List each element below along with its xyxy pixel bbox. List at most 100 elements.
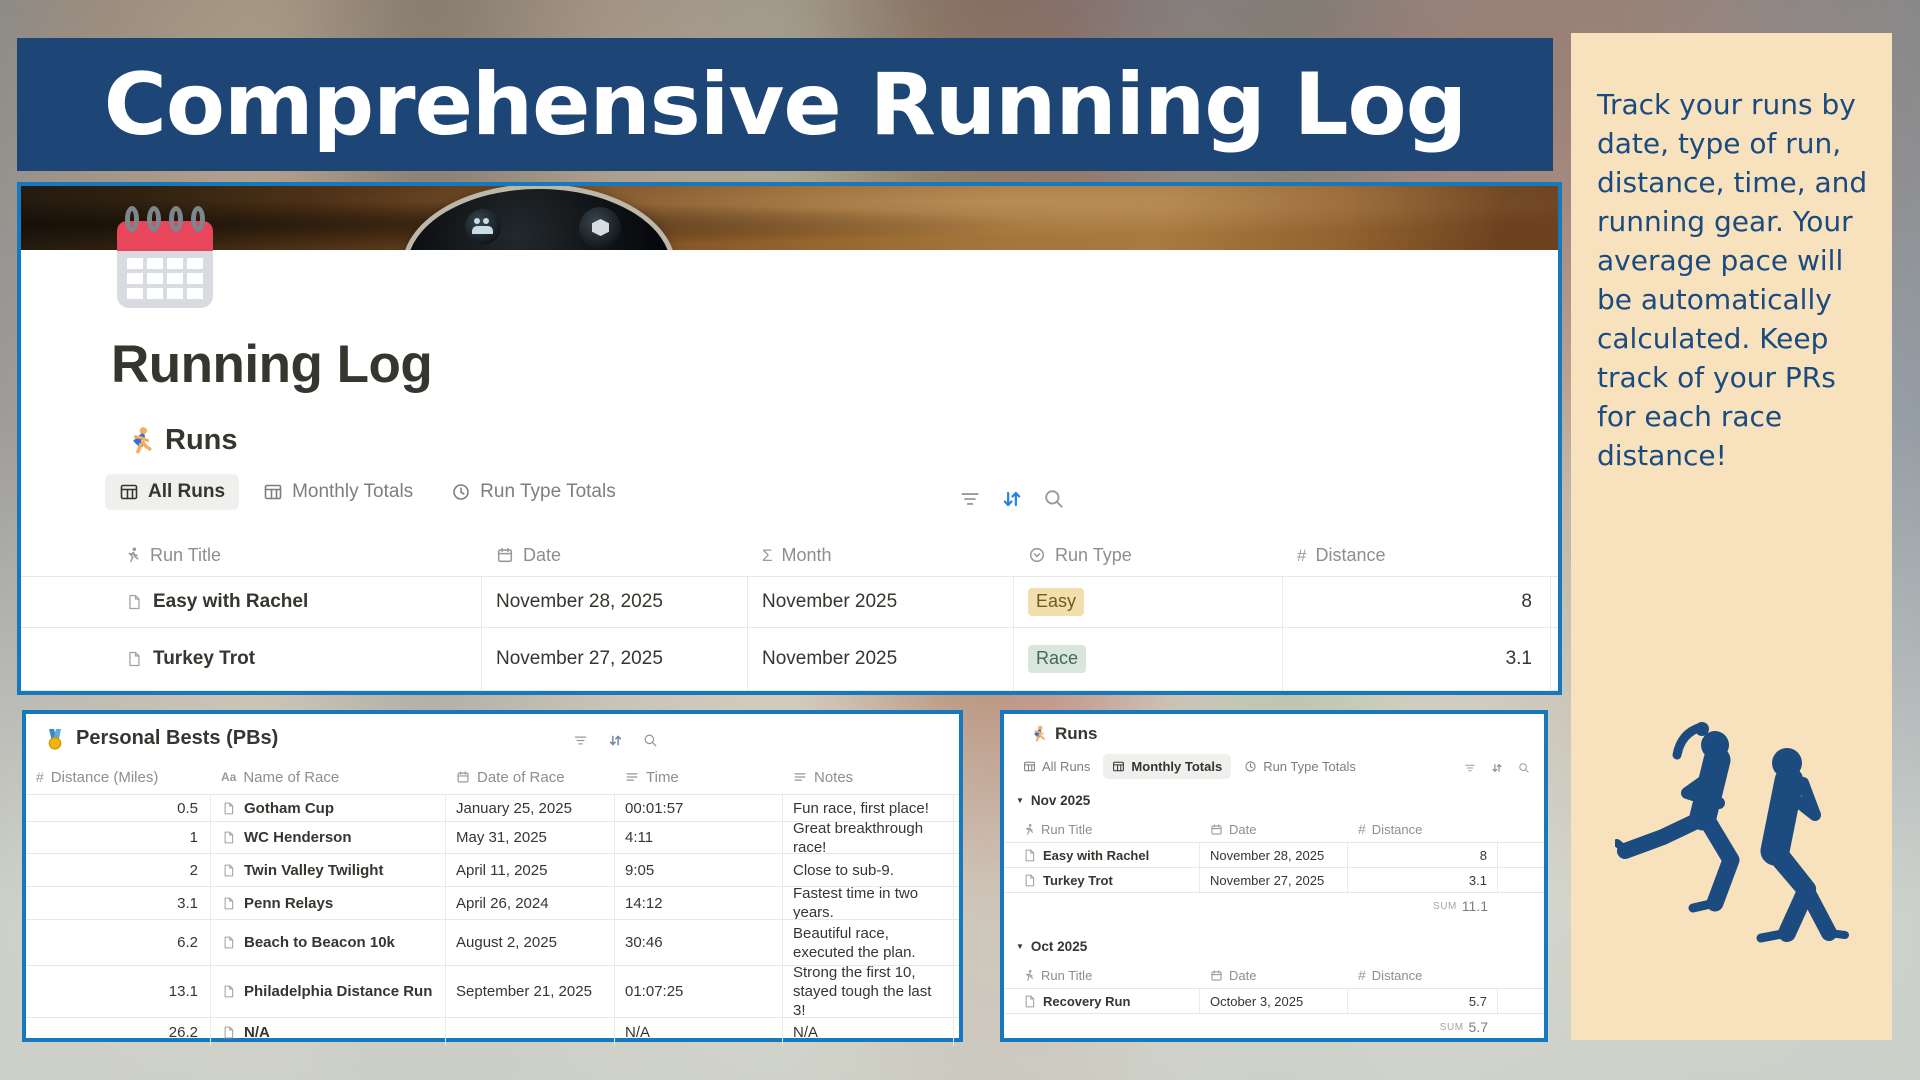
pb-distance: 0.5 bbox=[26, 795, 211, 821]
pb-table-row[interactable]: 2 Twin Valley Twilight April 11, 2025 9:05 C… bbox=[26, 854, 959, 887]
pb-distance: 3.1 bbox=[26, 887, 211, 919]
column-date-of-race[interactable]: Date of Race bbox=[446, 760, 615, 794]
sort-icon[interactable] bbox=[1489, 760, 1505, 776]
triangle-down-icon: ▼ bbox=[1016, 941, 1024, 951]
section-title: Runs bbox=[165, 424, 238, 456]
number-property-icon: # bbox=[1297, 545, 1307, 565]
pb-table-row[interactable]: 0.5 Gotham Cup January 25, 2025 00:01:57 Fun… bbox=[26, 795, 959, 822]
pb-header-row: # Distance (Miles) Aa Name of Race Date of… bbox=[26, 760, 959, 795]
pb-date: April 11, 2025 bbox=[446, 854, 615, 886]
pb-table-row[interactable]: 1 WC Henderson May 31, 2025 4:11 Great break… bbox=[26, 822, 959, 854]
column-run-title[interactable]: Run Title bbox=[1004, 962, 1200, 988]
sidebar-description: Track your runs by date, type of run, di… bbox=[1597, 88, 1868, 472]
pb-notes: Fun race, first place! bbox=[783, 795, 954, 821]
pb-title: Personal Bests (PBs) bbox=[76, 727, 279, 749]
pb-header: Personal Bests (PBs) bbox=[44, 727, 278, 750]
run-title: Turkey Trot bbox=[1004, 868, 1200, 892]
column-distance-miles[interactable]: # Distance (Miles) bbox=[26, 760, 211, 794]
run-distance: 3.1 bbox=[1283, 628, 1551, 690]
pb-table-row[interactable]: 26.2 N/A N/A N/A bbox=[26, 1018, 959, 1046]
monthly-table-row[interactable]: Recovery Run October 3, 2025 5.7 bbox=[1004, 989, 1544, 1014]
column-date[interactable]: Date bbox=[482, 534, 748, 576]
pb-date bbox=[446, 1018, 615, 1046]
sort-icon[interactable] bbox=[999, 486, 1025, 512]
run-date: November 28, 2025 bbox=[482, 577, 748, 627]
sum-row: SUM 11.1 bbox=[1004, 893, 1544, 919]
pb-table-row[interactable]: 13.1 Philadelphia Distance Run September 2… bbox=[26, 966, 959, 1018]
column-date[interactable]: Date bbox=[1200, 962, 1348, 988]
page-icon bbox=[224, 1026, 234, 1038]
column-distance[interactable]: # Distance bbox=[1348, 962, 1498, 988]
banner-title: Comprehensive Running Log bbox=[103, 54, 1467, 155]
column-distance[interactable]: # Distance bbox=[1283, 534, 1551, 576]
calendar-property-icon bbox=[1211, 823, 1222, 835]
filter-icon[interactable] bbox=[957, 486, 983, 512]
run-month: November 2025 bbox=[748, 577, 1014, 627]
monthly-table-row[interactable]: Easy with Rachel November 28, 2025 8 bbox=[1004, 843, 1544, 868]
pb-table-row[interactable]: 3.1 Penn Relays April 26, 2024 14:12 Fastest… bbox=[26, 887, 959, 920]
column-name-of-race[interactable]: Aa Name of Race bbox=[211, 760, 446, 794]
search-icon[interactable] bbox=[1516, 760, 1532, 776]
tab-all-runs[interactable]: All Runs bbox=[1014, 754, 1099, 779]
page-icon bbox=[224, 936, 234, 949]
tab-monthly-totals[interactable]: Monthly Totals bbox=[249, 474, 427, 510]
column-notes[interactable]: Notes bbox=[783, 760, 954, 794]
pb-race-name: N/A bbox=[211, 1018, 446, 1046]
medal-emoji-icon bbox=[48, 728, 62, 750]
column-run-title[interactable]: Run Title bbox=[21, 534, 482, 576]
pb-time: 30:46 bbox=[615, 920, 783, 965]
pb-time: 01:07:25 bbox=[615, 966, 783, 1017]
table-row[interactable]: Turkey Trot November 27, 2025 November 2… bbox=[21, 628, 1558, 691]
page-icon bbox=[1025, 995, 1035, 1007]
page-icon bbox=[224, 985, 234, 998]
runners-silhouette bbox=[1615, 722, 1849, 943]
run-date: November 27, 2025 bbox=[1200, 868, 1348, 892]
description-sidebar: Track your runs by date, type of run, di… bbox=[1571, 33, 1892, 1040]
sum-value[interactable]: 11.1 bbox=[1462, 898, 1488, 914]
group-toggle[interactable]: ▼ Nov 2025 bbox=[1004, 790, 1544, 810]
page-icon bbox=[1025, 874, 1035, 886]
sum-value[interactable]: 5.7 bbox=[1469, 1019, 1488, 1035]
view-tabs: All Runs Monthly Totals Run Type Totals bbox=[1014, 754, 1365, 779]
column-distance[interactable]: # Distance bbox=[1348, 816, 1498, 842]
pb-race-name: Penn Relays bbox=[211, 887, 446, 919]
personal-bests-panel: Personal Bests (PBs) # Distance (Miles) A… bbox=[22, 710, 963, 1046]
view-tabs: All Runs Monthly Totals Run Type Totals bbox=[105, 474, 630, 510]
filter-icon[interactable] bbox=[1462, 760, 1478, 776]
page-icon bbox=[224, 831, 234, 844]
tab-monthly-totals[interactable]: Monthly Totals bbox=[1103, 754, 1232, 779]
pb-distance: 2 bbox=[26, 854, 211, 886]
monthly-table-row[interactable]: Turkey Trot November 27, 2025 3.1 bbox=[1004, 868, 1544, 893]
panel-title: Runs bbox=[1055, 724, 1098, 743]
pb-notes: Strong the first 10, stayed tough the la… bbox=[783, 966, 954, 1017]
pb-table-row[interactable]: 6.2 Beach to Beacon 10k August 2, 2025 30:4… bbox=[26, 920, 959, 966]
tab-run-type-totals[interactable]: Run Type Totals bbox=[437, 474, 630, 510]
table-row[interactable]: Easy with Rachel November 28, 2025 Novem… bbox=[21, 577, 1558, 628]
group-toggle[interactable]: ▼ Oct 2025 bbox=[1004, 936, 1544, 956]
search-icon[interactable] bbox=[641, 731, 660, 750]
sort-icon[interactable] bbox=[606, 731, 625, 750]
tab-run-type-totals[interactable]: Run Type Totals bbox=[1235, 754, 1365, 779]
pb-notes: Fastest time in two years. bbox=[783, 887, 954, 919]
column-time[interactable]: Time bbox=[615, 760, 783, 794]
runner-property-icon bbox=[1025, 969, 1034, 981]
pb-notes: N/A bbox=[783, 1018, 954, 1046]
pb-toolbar bbox=[571, 731, 660, 750]
calendar-property-icon bbox=[457, 771, 469, 783]
runner-emoji-icon bbox=[133, 426, 152, 454]
column-run-type[interactable]: Run Type bbox=[1014, 534, 1283, 576]
column-date[interactable]: Date bbox=[1200, 816, 1348, 842]
search-icon[interactable] bbox=[1041, 486, 1067, 512]
pb-time: 9:05 bbox=[615, 854, 783, 886]
runner-emoji-icon bbox=[1034, 725, 1046, 742]
column-run-title[interactable]: Run Title bbox=[1004, 816, 1200, 842]
filter-icon[interactable] bbox=[571, 731, 590, 750]
runner-property-icon bbox=[1025, 823, 1034, 835]
select-property-icon bbox=[1029, 547, 1045, 563]
tab-all-runs[interactable]: All Runs bbox=[105, 474, 240, 510]
column-month[interactable]: Σ Month bbox=[748, 534, 1014, 576]
run-distance: 5.7 bbox=[1348, 989, 1498, 1013]
pb-time: 14:12 bbox=[615, 887, 783, 919]
run-distance: 3.1 bbox=[1348, 868, 1498, 892]
pb-time: N/A bbox=[615, 1018, 783, 1046]
